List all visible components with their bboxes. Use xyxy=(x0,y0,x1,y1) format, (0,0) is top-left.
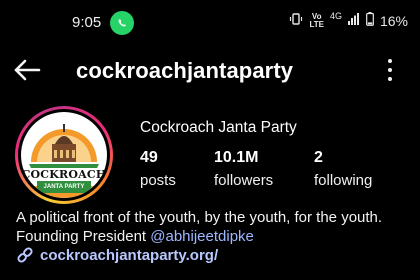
following-stat[interactable]: 2 following xyxy=(314,149,372,189)
following-count: 2 xyxy=(314,149,323,166)
vibrate-icon xyxy=(289,12,303,29)
status-indicators: Vo LTE 4G 16% xyxy=(289,10,408,29)
followers-label: followers xyxy=(214,172,274,189)
battery-percent: 16% xyxy=(379,12,408,29)
link-icon xyxy=(17,247,33,263)
back-button[interactable] xyxy=(12,56,42,84)
network-type: 4G xyxy=(329,10,342,21)
profile-header: cockroachjantaparty xyxy=(0,48,420,92)
status-time: 9:05 xyxy=(72,14,102,31)
avatar-logo-text: COCKROACH xyxy=(21,168,107,181)
posts-stat[interactable]: 49 posts xyxy=(140,149,176,189)
followers-count: 10.1M xyxy=(214,149,259,166)
website-link-text: cockroachjantaparty.org/ xyxy=(40,246,219,264)
avatar-logo-subtext: JANTA PARTY xyxy=(37,181,91,193)
profile-username: cockroachjantaparty xyxy=(76,58,294,83)
followers-stat[interactable]: 10.1M followers xyxy=(214,149,273,189)
profile-website-link[interactable]: cockroachjantaparty.org/ xyxy=(16,246,218,264)
more-dot xyxy=(388,77,392,81)
whatsapp-icon xyxy=(110,11,134,35)
battery-icon xyxy=(366,12,374,29)
lte-label: LTE xyxy=(309,19,324,29)
avatar-logo: COCKROACH JANTA PARTY xyxy=(21,112,107,198)
bio-mention-link[interactable]: @abhijeetdipke xyxy=(150,228,254,245)
following-label: following xyxy=(314,172,373,189)
volte-indicator: Vo LTE xyxy=(309,12,324,29)
posts-label: posts xyxy=(140,172,176,189)
more-vertical-icon xyxy=(388,59,392,63)
status-bar: 9:05 Vo LTE 4G 16% xyxy=(0,0,420,44)
posts-count: 49 xyxy=(140,149,158,166)
more-options-button[interactable] xyxy=(386,59,394,81)
profile-bio: A political front of the youth, by the y… xyxy=(16,208,416,246)
arrow-left-icon xyxy=(14,59,41,81)
signal-icon xyxy=(347,13,360,28)
avatar-gap: COCKROACH JANTA PARTY xyxy=(18,109,110,201)
profile-display-name: Cockroach Janta Party xyxy=(140,119,297,136)
more-dot xyxy=(388,68,392,72)
profile-avatar[interactable]: COCKROACH JANTA PARTY xyxy=(15,106,113,204)
